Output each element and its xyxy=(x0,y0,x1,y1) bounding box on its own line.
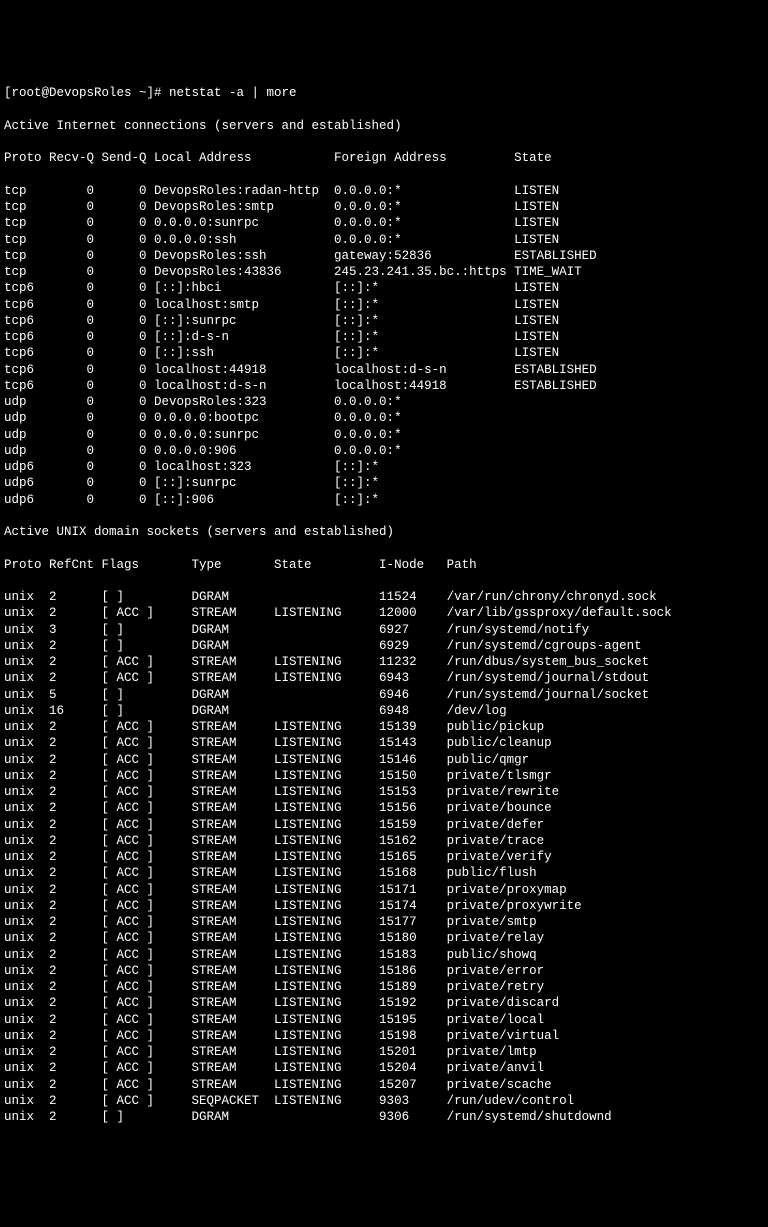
unix-row: unix 2 [ ACC ] STREAM LISTENING 15186 pr… xyxy=(4,963,764,979)
unix-row: unix 5 [ ] DGRAM 6946 /run/systemd/journ… xyxy=(4,687,764,703)
inet-row: udp 0 0 0.0.0.0:906 0.0.0.0:* xyxy=(4,443,764,459)
shell-prompt: [root@DevopsRoles ~]# netstat -a | more xyxy=(4,85,764,101)
unix-row: unix 2 [ ACC ] STREAM LISTENING 15162 pr… xyxy=(4,833,764,849)
inet-row: tcp 0 0 0.0.0.0:ssh 0.0.0.0:* LISTEN xyxy=(4,232,764,248)
terminal-output: [root@DevopsRoles ~]# netstat -a | more … xyxy=(4,69,764,1142)
unix-row: unix 2 [ ACC ] STREAM LISTENING 15159 pr… xyxy=(4,817,764,833)
inet-row: tcp6 0 0 [::]:ssh [::]:* LISTEN xyxy=(4,345,764,361)
unix-row: unix 2 [ ACC ] STREAM LISTENING 15143 pu… xyxy=(4,735,764,751)
unix-row: unix 2 [ ACC ] STREAM LISTENING 15171 pr… xyxy=(4,882,764,898)
unix-row: unix 2 [ ACC ] STREAM LISTENING 15198 pr… xyxy=(4,1028,764,1044)
unix-row: unix 2 [ ACC ] STREAM LISTENING 11232 /r… xyxy=(4,654,764,670)
inet-row: tcp 0 0 DevopsRoles:43836 245.23.241.35.… xyxy=(4,264,764,280)
unix-row: unix 2 [ ACC ] STREAM LISTENING 15180 pr… xyxy=(4,930,764,946)
inet-row: udp6 0 0 [::]:906 [::]:* xyxy=(4,492,764,508)
unix-row: unix 2 [ ] DGRAM 11524 /var/run/chrony/c… xyxy=(4,589,764,605)
unix-row: unix 16 [ ] DGRAM 6948 /dev/log xyxy=(4,703,764,719)
unix-row: unix 2 [ ACC ] SEQPACKET LISTENING 9303 … xyxy=(4,1093,764,1109)
inet-row: tcp 0 0 DevopsRoles:radan-http 0.0.0.0:*… xyxy=(4,183,764,199)
inet-row: tcp6 0 0 [::]:hbci [::]:* LISTEN xyxy=(4,280,764,296)
unix-row: unix 2 [ ACC ] STREAM LISTENING 15174 pr… xyxy=(4,898,764,914)
section-header-inet: Active Internet connections (servers and… xyxy=(4,118,764,134)
unix-row: unix 2 [ ACC ] STREAM LISTENING 12000 /v… xyxy=(4,605,764,621)
inet-row: tcp 0 0 0.0.0.0:sunrpc 0.0.0.0:* LISTEN xyxy=(4,215,764,231)
unix-row: unix 2 [ ] DGRAM 9306 /run/systemd/shutd… xyxy=(4,1109,764,1125)
unix-row: unix 2 [ ACC ] STREAM LISTENING 15165 pr… xyxy=(4,849,764,865)
unix-row: unix 2 [ ACC ] STREAM LISTENING 15168 pu… xyxy=(4,865,764,881)
unix-row: unix 2 [ ACC ] STREAM LISTENING 6943 /ru… xyxy=(4,670,764,686)
unix-rows: unix 2 [ ] DGRAM 11524 /var/run/chrony/c… xyxy=(4,589,764,1125)
inet-row: tcp6 0 0 localhost:d-s-n localhost:44918… xyxy=(4,378,764,394)
unix-row: unix 2 [ ACC ] STREAM LISTENING 15183 pu… xyxy=(4,947,764,963)
unix-row: unix 2 [ ACC ] STREAM LISTENING 15139 pu… xyxy=(4,719,764,735)
inet-row: tcp6 0 0 localhost:44918 localhost:d-s-n… xyxy=(4,362,764,378)
unix-row: unix 2 [ ACC ] STREAM LISTENING 15195 pr… xyxy=(4,1012,764,1028)
inet-rows: tcp 0 0 DevopsRoles:radan-http 0.0.0.0:*… xyxy=(4,183,764,508)
inet-row: udp 0 0 0.0.0.0:bootpc 0.0.0.0:* xyxy=(4,410,764,426)
inet-row: tcp 0 0 DevopsRoles:smtp 0.0.0.0:* LISTE… xyxy=(4,199,764,215)
unix-columns: Proto RefCnt Flags Type State I-Node Pat… xyxy=(4,557,764,573)
unix-row: unix 2 [ ACC ] STREAM LISTENING 15146 pu… xyxy=(4,752,764,768)
unix-row: unix 3 [ ] DGRAM 6927 /run/systemd/notif… xyxy=(4,622,764,638)
unix-row: unix 2 [ ACC ] STREAM LISTENING 15207 pr… xyxy=(4,1077,764,1093)
inet-row: udp 0 0 DevopsRoles:323 0.0.0.0:* xyxy=(4,394,764,410)
unix-row: unix 2 [ ACC ] STREAM LISTENING 15150 pr… xyxy=(4,768,764,784)
unix-row: unix 2 [ ACC ] STREAM LISTENING 15153 pr… xyxy=(4,784,764,800)
unix-row: unix 2 [ ] DGRAM 6929 /run/systemd/cgrou… xyxy=(4,638,764,654)
unix-row: unix 2 [ ACC ] STREAM LISTENING 15177 pr… xyxy=(4,914,764,930)
unix-row: unix 2 [ ACC ] STREAM LISTENING 15156 pr… xyxy=(4,800,764,816)
inet-row: tcp6 0 0 [::]:sunrpc [::]:* LISTEN xyxy=(4,313,764,329)
inet-columns: Proto Recv-Q Send-Q Local Address Foreig… xyxy=(4,150,764,166)
unix-row: unix 2 [ ACC ] STREAM LISTENING 15201 pr… xyxy=(4,1044,764,1060)
section-header-unix: Active UNIX domain sockets (servers and … xyxy=(4,524,764,540)
unix-row: unix 2 [ ACC ] STREAM LISTENING 15192 pr… xyxy=(4,995,764,1011)
inet-row: tcp6 0 0 localhost:smtp [::]:* LISTEN xyxy=(4,297,764,313)
unix-row: unix 2 [ ACC ] STREAM LISTENING 15189 pr… xyxy=(4,979,764,995)
inet-row: tcp 0 0 DevopsRoles:ssh gateway:52836 ES… xyxy=(4,248,764,264)
inet-row: udp 0 0 0.0.0.0:sunrpc 0.0.0.0:* xyxy=(4,427,764,443)
unix-row: unix 2 [ ACC ] STREAM LISTENING 15204 pr… xyxy=(4,1060,764,1076)
inet-row: udp6 0 0 localhost:323 [::]:* xyxy=(4,459,764,475)
inet-row: udp6 0 0 [::]:sunrpc [::]:* xyxy=(4,475,764,491)
inet-row: tcp6 0 0 [::]:d-s-n [::]:* LISTEN xyxy=(4,329,764,345)
